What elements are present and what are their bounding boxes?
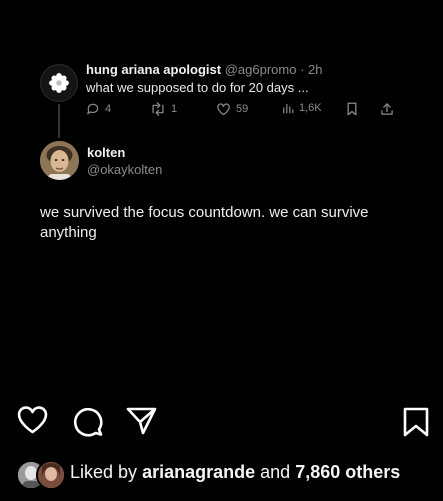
liked-by-user-link[interactable]: ariana‍grande [142,462,255,482]
liker-avatar-2 [36,460,66,490]
reply-separator: · [300,62,305,77]
liked-others-link[interactable]: 7,860 others [295,462,400,482]
share-tweet-button[interactable] [380,102,394,116]
retweet-count: 1 [171,103,178,115]
heart-outline-icon [217,103,230,116]
reply-icon [87,103,99,115]
main-display-name[interactable]: kolten [87,145,125,160]
liked-prefix: Liked by [70,462,138,482]
bookmark-small-icon [347,102,357,116]
views-button[interactable]: 1,6K [282,102,322,114]
liked-by-avatars[interactable] [16,460,66,490]
reply-timestamp[interactable]: 2h [308,62,322,77]
share-post-button[interactable] [125,405,158,442]
main-handle[interactable]: @okaykolten [87,162,162,177]
heart-icon [17,406,48,434]
retweet-button[interactable]: 1 [150,102,177,116]
main-avatar[interactable] [40,141,79,180]
flower-icon [49,73,69,93]
bookmark-icon [403,407,429,437]
views-count: 1,6K [299,102,322,114]
like-count: 59 [236,103,249,115]
views-bar-icon [283,103,294,114]
share-icon [126,407,157,435]
reply-count: 4 [105,103,112,115]
liked-and: and [260,462,291,482]
thread-connector [58,104,60,138]
bookmark-tweet-button[interactable] [346,102,358,116]
profile-photo [40,141,79,180]
main-tweet-text: we survived the focus countdown. we can … [40,204,369,241]
like-post-button[interactable] [16,404,49,441]
like-button[interactable]: 59 [216,102,248,116]
reply-handle[interactable]: @ag6promo [225,62,297,77]
liker-photo-2 [38,462,64,488]
liked-by-text: Liked by ariana‍grande and 7,860 others [70,462,400,483]
save-post-button[interactable] [402,406,430,443]
reply-display-name[interactable]: hung ariana apologist [86,62,221,77]
comment-post-button[interactable] [71,404,104,442]
upload-share-icon [381,103,393,115]
reply-button[interactable]: 4 [86,102,111,116]
reply-avatar[interactable] [40,64,78,102]
post-footer [0,383,443,501]
reply-text: what we supposed to do for 20 days ... [86,80,309,95]
retweet-icon [152,102,164,116]
comment-icon [73,407,103,437]
reply-action-bar: 4 1 59 1,6K [86,102,396,120]
reply-header: hung ariana apologist @ag6promo · 2h [86,62,323,77]
tweet-screenshot: hung ariana apologist @ag6promo · 2h wha… [0,0,443,383]
